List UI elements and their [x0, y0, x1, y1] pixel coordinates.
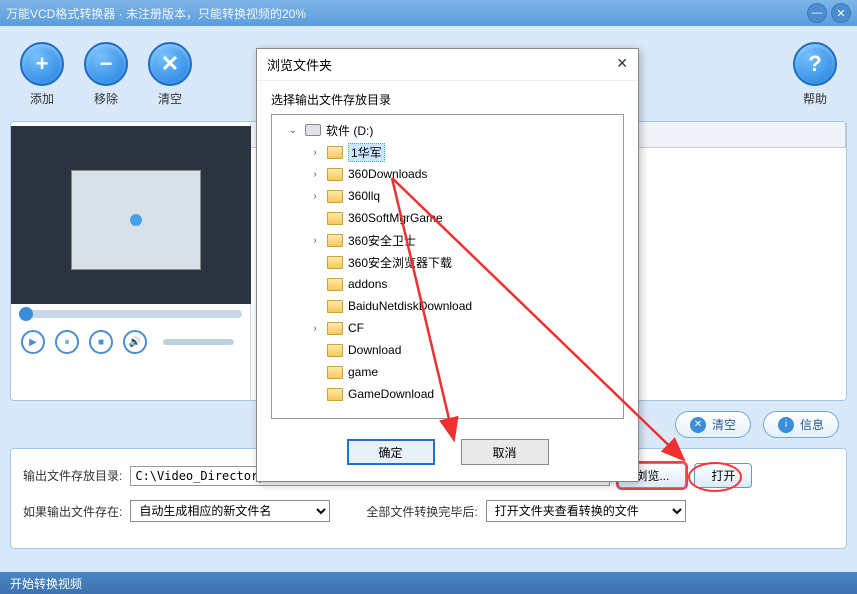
- stop-button[interactable]: ■: [89, 330, 113, 354]
- folder-icon: [327, 234, 343, 247]
- tree-item[interactable]: › 360Downloads: [272, 163, 623, 185]
- tree-item[interactable]: addons: [272, 273, 623, 295]
- tree-item[interactable]: game: [272, 361, 623, 383]
- dialog-titlebar: 浏览文件夹 ✕: [257, 49, 638, 81]
- question-icon: ?: [793, 42, 837, 86]
- chevron-right-icon[interactable]: ›: [308, 169, 322, 180]
- remove-label: 移除: [94, 90, 118, 107]
- add-label: 添加: [30, 90, 54, 107]
- chevron-right-icon[interactable]: ›: [308, 323, 322, 334]
- video-preview: [11, 126, 251, 304]
- pause-button[interactable]: ⏸: [55, 330, 79, 354]
- dialog-subtitle: 选择输出文件存放目录: [257, 81, 638, 114]
- tree-item-label: CF: [348, 321, 364, 335]
- tree-item-label: GameDownload: [348, 387, 434, 401]
- tree-item[interactable]: › CF: [272, 317, 623, 339]
- tree-item[interactable]: ⌄ 软件 (D:): [272, 119, 623, 141]
- tree-item[interactable]: 360安全浏览器下载: [272, 251, 623, 273]
- folder-icon: [327, 278, 343, 291]
- x-icon: ✕: [148, 42, 192, 86]
- folder-icon: [327, 168, 343, 181]
- tree-item[interactable]: BaiduNetdiskDownload: [272, 295, 623, 317]
- preview-area: ▶ ⏸ ■ 🔊: [11, 122, 251, 400]
- exist-combo[interactable]: 自动生成相应的新文件名: [130, 500, 330, 522]
- tree-item-label: BaiduNetdiskDownload: [348, 299, 472, 313]
- tree-item-label: game: [348, 365, 378, 379]
- clear-label: 清空: [158, 90, 182, 107]
- help-label: 帮助: [803, 90, 827, 107]
- tree-item-label: 360Downloads: [348, 167, 427, 181]
- tree-item[interactable]: › 360llq: [272, 185, 623, 207]
- folder-icon: [327, 366, 343, 379]
- spinner-icon: [130, 214, 142, 226]
- preview-window: [71, 170, 201, 270]
- help-button[interactable]: ? 帮助: [793, 42, 837, 107]
- tree-item[interactable]: 360SoftMgrGame: [272, 207, 623, 229]
- x-small-icon: ✕: [690, 417, 706, 433]
- minus-icon: −: [84, 42, 128, 86]
- info-button[interactable]: i 信息: [763, 411, 839, 438]
- browse-folder-dialog: 浏览文件夹 ✕ 选择输出文件存放目录 ⌄ 软件 (D:) › 1华军 › 360Downl…: [256, 48, 639, 482]
- info-icon: i: [778, 417, 794, 433]
- volume-slider[interactable]: [163, 339, 234, 345]
- media-controls: ▶ ⏸ ■ 🔊: [11, 324, 250, 360]
- tree-item[interactable]: › 1华军: [272, 141, 623, 163]
- after-combo[interactable]: 打开文件夹查看转换的文件: [486, 500, 686, 522]
- plus-icon: +: [20, 42, 64, 86]
- seek-slider[interactable]: [19, 310, 242, 318]
- minimize-button[interactable]: —: [807, 3, 827, 23]
- folder-icon: [327, 146, 343, 159]
- folder-icon: [327, 256, 343, 269]
- remove-button[interactable]: − 移除: [84, 42, 128, 107]
- tree-item-label: 360安全卫士: [348, 232, 416, 249]
- dialog-close-button[interactable]: ✕: [616, 55, 628, 74]
- folder-icon: [327, 344, 343, 357]
- tree-item[interactable]: › 360安全卫士: [272, 229, 623, 251]
- dialog-title: 浏览文件夹: [267, 55, 332, 74]
- tree-item-label: Download: [348, 343, 401, 357]
- dialog-buttons: 确定 取消: [257, 429, 638, 481]
- tree-item[interactable]: Download: [272, 339, 623, 361]
- exist-label: 如果输出文件存在:: [23, 503, 122, 520]
- tree-item-label: 360SoftMgrGame: [348, 211, 443, 225]
- chevron-right-icon[interactable]: ›: [308, 147, 322, 158]
- output-dir-label: 输出文件存放目录:: [23, 467, 122, 484]
- ok-button[interactable]: 确定: [347, 439, 435, 465]
- tree-item-label: 软件 (D:): [326, 122, 373, 139]
- close-button[interactable]: ✕: [831, 3, 851, 23]
- app-title: 万能VCD格式转换器 · 未注册版本，只能转换视频的20%: [6, 5, 807, 22]
- folder-tree[interactable]: ⌄ 软件 (D:) › 1华军 › 360Downloads › 360llq 360SoftM…: [271, 114, 624, 419]
- folder-icon: [327, 300, 343, 313]
- folder-icon: [327, 322, 343, 335]
- tree-item[interactable]: GameDownload: [272, 383, 623, 405]
- folder-icon: [327, 388, 343, 401]
- clear-list-label: 清空: [712, 416, 736, 433]
- drive-icon: [305, 124, 321, 136]
- statusbar: 开始转换视频: [0, 572, 857, 594]
- window-buttons: — ✕: [807, 3, 851, 23]
- cancel-button[interactable]: 取消: [461, 439, 549, 465]
- status-text: 开始转换视频: [10, 577, 82, 591]
- tree-item-label: addons: [348, 277, 387, 291]
- titlebar: 万能VCD格式转换器 · 未注册版本，只能转换视频的20% — ✕: [0, 0, 857, 26]
- info-label: 信息: [800, 416, 824, 433]
- chevron-right-icon[interactable]: ›: [308, 191, 322, 202]
- play-button[interactable]: ▶: [21, 330, 45, 354]
- tree-item-label: 360安全浏览器下载: [348, 254, 452, 271]
- chevron-right-icon[interactable]: ›: [308, 235, 322, 246]
- clear-list-button[interactable]: ✕ 清空: [675, 411, 751, 438]
- add-button[interactable]: + 添加: [20, 42, 64, 107]
- tree-item-label: 360llq: [348, 189, 380, 203]
- folder-icon: [327, 212, 343, 225]
- volume-icon[interactable]: 🔊: [123, 330, 147, 354]
- after-label: 全部文件转换完毕后:: [366, 503, 477, 520]
- seek-thumb[interactable]: [19, 307, 33, 321]
- folder-icon: [327, 190, 343, 203]
- open-button[interactable]: 打开: [694, 463, 752, 488]
- clear-button[interactable]: ✕ 清空: [148, 42, 192, 107]
- tree-item-label: 1华军: [348, 143, 385, 162]
- chevron-down-icon[interactable]: ⌄: [286, 125, 300, 136]
